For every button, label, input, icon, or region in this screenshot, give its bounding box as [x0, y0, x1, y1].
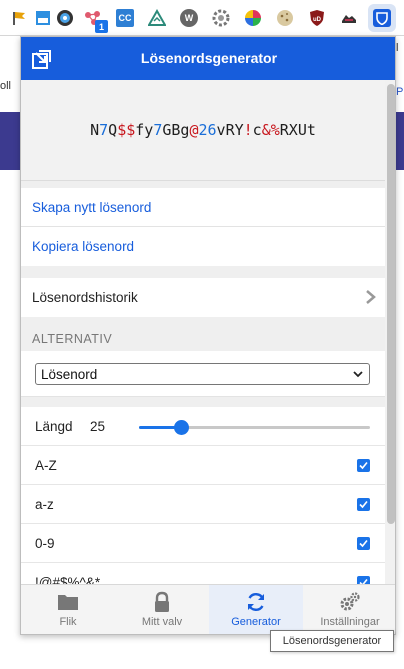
password-segment: 7 — [99, 121, 109, 139]
history-card: Lösenordshistorik — [21, 278, 385, 317]
copy-password-button[interactable]: Kopiera lösenord — [21, 227, 385, 266]
password-segment: 26 — [198, 121, 217, 139]
options-list: Längd 25 A-Z a-z 0-9 !@#$%^&* — [21, 407, 385, 584]
password-segment: 7 — [153, 121, 163, 139]
color-wheel-icon[interactable] — [244, 9, 262, 27]
tab-settings-label: Inställningar — [320, 616, 380, 628]
password-history-label: Lösenordshistorik — [32, 290, 138, 305]
password-segment: GBg — [162, 121, 190, 139]
option-special-label: !@#$%^&* — [35, 574, 101, 585]
cookie-icon[interactable] — [276, 9, 294, 27]
refresh-icon — [247, 593, 265, 611]
password-type-value: Lösenord — [41, 366, 98, 382]
popup-header: Lösenordsgenerator — [21, 37, 395, 80]
svg-text:uD: uD — [313, 17, 322, 23]
password-type-select[interactable]: Lösenord — [35, 363, 370, 385]
chevron-down-icon — [353, 371, 363, 378]
sneaker-icon[interactable] — [340, 9, 358, 27]
tab-generator-label: Generator — [231, 616, 281, 628]
checkmark-icon — [359, 500, 368, 509]
gears-icon — [340, 592, 360, 611]
tab-my-vault-label: Mitt valv — [141, 616, 183, 628]
checkmark-icon — [359, 539, 368, 548]
bottom-tab-bar: Flik Mitt valv Generator Inställningar — [21, 584, 395, 634]
password-generator-popup: Lösenordsgenerator N 7 Q $$ fy 7 GBg @26 vRY! c &%… — [20, 36, 396, 635]
uppercase-checkbox[interactable] — [357, 459, 370, 472]
tab-generator[interactable]: Generator — [209, 585, 303, 634]
bitwarden-shield-icon — [373, 9, 391, 27]
option-special: !@#$%^&* — [21, 563, 385, 584]
type-select-row: Lösenord — [21, 351, 385, 397]
tab-current-tab[interactable]: Flik — [21, 585, 115, 634]
password-segment: RXUt — [279, 121, 316, 139]
lock-icon — [155, 591, 169, 612]
browser-toolbar: 1 CC W uD — [0, 0, 404, 36]
flag-icon[interactable] — [10, 9, 28, 27]
background-page-text-right: l — [396, 42, 399, 54]
password-segment: Q — [108, 121, 118, 139]
option-lowercase: a-z — [21, 485, 385, 524]
tab-settings[interactable]: Inställningar — [303, 585, 395, 634]
regenerate-password-button[interactable]: Skapa nytt lösenord — [21, 188, 385, 227]
regenerate-password-label: Skapa nytt lösenord — [32, 199, 152, 215]
scrollbar-thumb[interactable] — [387, 84, 395, 524]
length-row: Längd 25 — [21, 407, 385, 446]
password-segment: &% — [261, 121, 280, 139]
checkmark-icon — [359, 461, 368, 470]
numbers-checkbox[interactable] — [357, 537, 370, 550]
length-value: 25 — [90, 419, 106, 434]
length-label: Längd — [35, 418, 73, 434]
w-icon[interactable]: W — [180, 9, 198, 27]
length-slider-handle[interactable] — [173, 420, 189, 435]
password-segment: $$ — [117, 121, 136, 139]
popup-title: Lösenordsgenerator — [140, 50, 278, 66]
password-segment: ! — [243, 121, 253, 139]
password-segment: vRY — [216, 121, 244, 139]
password-history-link[interactable]: Lösenordshistorik — [21, 278, 385, 317]
bitwarden-extension-button[interactable] — [368, 4, 396, 32]
option-lowercase-label: a-z — [35, 496, 54, 512]
length-slider[interactable] — [139, 420, 370, 435]
special-checkbox[interactable] — [357, 576, 370, 584]
password-segment: @ — [189, 121, 199, 139]
content-scrollbar[interactable] — [385, 80, 395, 584]
password-segment: fy — [135, 121, 154, 139]
chevron-right-icon — [366, 290, 376, 304]
ublock-icon[interactable]: uD — [308, 9, 326, 27]
folder-icon — [58, 595, 78, 610]
password-segment: N — [90, 121, 100, 139]
background-page-link-right: P — [396, 86, 404, 98]
tab-current-tab-label: Flik — [59, 616, 77, 628]
password-segment: c — [252, 121, 262, 139]
option-numbers: 0-9 — [21, 524, 385, 563]
action-list: Skapa nytt lösenord Kopiera lösenord — [21, 188, 385, 266]
option-numbers-label: 0-9 — [35, 535, 55, 551]
generator-tooltip: Lösenordsgenerator — [270, 630, 394, 652]
extension-badge: 1 — [95, 20, 108, 33]
lowercase-checkbox[interactable] — [357, 498, 370, 511]
copy-password-label: Kopiera lösenord — [32, 239, 135, 254]
cc-icon[interactable]: CC — [116, 9, 134, 27]
generated-password: N 7 Q $$ fy 7 GBg @26 vRY! c &% RXUt — [21, 80, 385, 181]
gear-extension-icon[interactable] — [212, 9, 230, 27]
circle-target-icon[interactable] — [56, 9, 74, 27]
option-uppercase: A-Z — [21, 446, 385, 485]
triangle-icon[interactable] — [148, 9, 166, 27]
tab-my-vault[interactable]: Mitt valv — [115, 585, 209, 634]
generator-content: N 7 Q $$ fy 7 GBg @26 vRY! c &% RXUt Skapa nytt lös… — [21, 80, 385, 584]
option-uppercase-label: A-Z — [35, 457, 57, 473]
options-section-label: ALTERNATIV — [32, 332, 113, 346]
blue-window-icon[interactable] — [34, 9, 52, 27]
background-page-text: oll — [0, 80, 12, 92]
